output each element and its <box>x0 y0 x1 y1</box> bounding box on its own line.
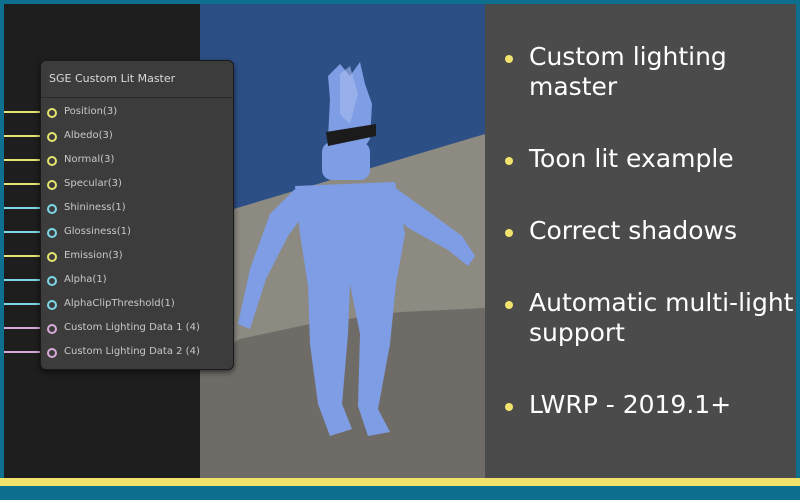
input-wire <box>4 111 44 113</box>
scene-render <box>200 4 485 478</box>
port-label: AlphaClipThreshold(1) <box>64 298 175 309</box>
input-wire <box>4 303 44 305</box>
port-label: Emission(3) <box>64 250 123 261</box>
input-port[interactable]: Alpha(1) <box>41 271 233 291</box>
input-port[interactable]: Custom Lighting Data 1 (4) <box>41 319 233 339</box>
port-label: Custom Lighting Data 1 (4) <box>64 322 200 333</box>
input-port[interactable]: Normal(3) <box>41 151 233 171</box>
input-port[interactable]: Custom Lighting Data 2 (4) <box>41 343 233 363</box>
node-title: SGE Custom Lit Master <box>49 72 176 85</box>
input-port[interactable]: AlphaClipThreshold(1) <box>41 295 233 315</box>
port-label: Custom Lighting Data 2 (4) <box>64 346 200 357</box>
port-circle-icon[interactable] <box>47 204 57 214</box>
feature-text: Toon lit example <box>529 144 734 173</box>
scene-viewport <box>200 4 485 478</box>
port-circle-icon[interactable] <box>47 108 57 118</box>
port-label: Position(3) <box>64 106 118 117</box>
port-circle-icon[interactable] <box>47 276 57 286</box>
feature-text: Correct shadows <box>529 216 738 245</box>
port-circle-icon[interactable] <box>47 228 57 238</box>
input-port[interactable]: Emission(3) <box>41 247 233 267</box>
input-wire <box>4 207 44 209</box>
slide-frame: Custom lighting master Toon lit example … <box>4 4 796 478</box>
feature-text: Custom lighting master <box>529 42 727 101</box>
port-circle-icon[interactable] <box>47 156 57 166</box>
input-wire <box>4 231 44 233</box>
port-label: Albedo(3) <box>64 130 113 141</box>
bullet-dot-icon <box>505 229 513 237</box>
port-label: Shininess(1) <box>64 202 126 213</box>
bullet-dot-icon <box>505 301 513 309</box>
port-circle-icon[interactable] <box>47 252 57 262</box>
port-circle-icon[interactable] <box>47 180 57 190</box>
input-port[interactable]: Glossiness(1) <box>41 223 233 243</box>
port-circle-icon[interactable] <box>47 300 57 310</box>
input-wire <box>4 327 44 329</box>
feature-text: Automatic multi-light support <box>529 288 794 347</box>
input-wire <box>4 135 44 137</box>
accent-bar <box>0 478 800 486</box>
input-wire <box>4 279 44 281</box>
input-wire <box>4 255 44 257</box>
input-wire <box>4 159 44 161</box>
node-header[interactable]: SGE Custom Lit Master <box>41 61 233 98</box>
bullet-dot-icon <box>505 157 513 165</box>
port-label: Glossiness(1) <box>64 226 131 237</box>
bullet-dot-icon <box>505 55 513 63</box>
port-label: Normal(3) <box>64 154 115 165</box>
port-circle-icon[interactable] <box>47 324 57 334</box>
input-wire <box>4 351 44 353</box>
feature-text: LWRP - 2019.1+ <box>529 390 732 419</box>
port-label: Alpha(1) <box>64 274 107 285</box>
input-port[interactable]: Position(3) <box>41 103 233 123</box>
port-label: Specular(3) <box>64 178 122 189</box>
input-port[interactable]: Albedo(3) <box>41 127 233 147</box>
master-node[interactable]: SGE Custom Lit Master Position(3) Albedo(… <box>40 60 234 370</box>
port-circle-icon[interactable] <box>47 348 57 358</box>
feature-panel: Custom lighting master Toon lit example … <box>485 4 796 478</box>
input-port[interactable]: Shininess(1) <box>41 199 233 219</box>
bullet-dot-icon <box>505 403 513 411</box>
port-circle-icon[interactable] <box>47 132 57 142</box>
input-wire <box>4 183 44 185</box>
input-port[interactable]: Specular(3) <box>41 175 233 195</box>
